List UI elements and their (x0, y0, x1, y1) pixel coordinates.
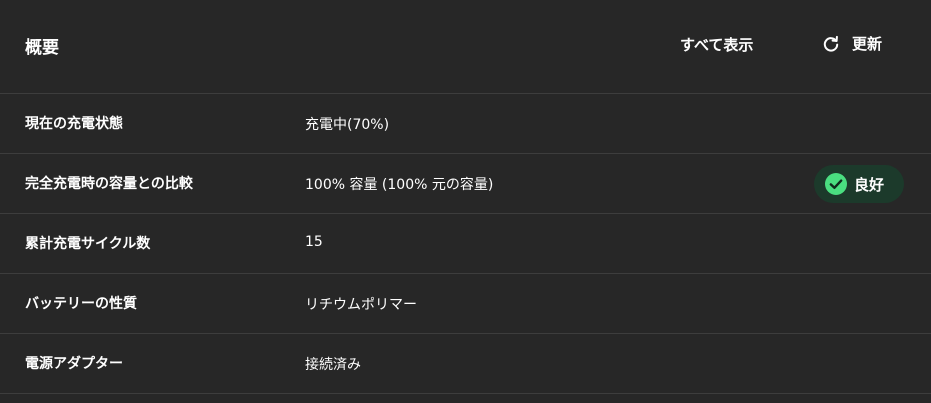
refresh-label: 更新 (852, 35, 883, 53)
row-label: 完全充電時の容量との比較 (25, 176, 193, 192)
row-value: 15 (305, 234, 323, 250)
check-circle-icon (824, 172, 848, 196)
row-value: 100% 容量 (100% 元の容量) (305, 177, 494, 193)
row-value: 接続済み (305, 357, 361, 373)
row-label: 電源アダプター (25, 356, 123, 372)
row-value: リチウムポリマー (305, 297, 417, 313)
refresh-button[interactable]: 更新 (822, 33, 882, 54)
row-capacity: 完全充電時の容量との比較 100% 容量 (100% 元の容量) 良好 (0, 154, 931, 214)
row-value: 充電中(70%) (305, 117, 390, 133)
page-title: 概要 (25, 38, 59, 58)
row-battery-type: バッテリーの性質 リチウムポリマー (0, 274, 931, 334)
status-badge: 良好 (814, 165, 904, 203)
row-charge-status: 現在の充電状態 充電中(70%) (0, 94, 931, 154)
status-badge-label: 良好 (854, 175, 885, 194)
row-label: 累計充電サイクル数 (25, 236, 151, 252)
row-label: 現在の充電状態 (25, 116, 123, 132)
row-label: バッテリーの性質 (25, 296, 137, 312)
overview-header: 概要 すべて表示 更新 (0, 0, 931, 94)
row-power-adapter: 電源アダプター 接続済み (0, 334, 931, 394)
battery-overview-card: 概要 すべて表示 更新 現在の充電状態 充電中(70%) 完全充電時の容量との比… (0, 0, 931, 403)
refresh-icon (822, 35, 840, 53)
show-all-button[interactable]: すべて表示 (680, 34, 753, 55)
row-cycle-count: 累計充電サイクル数 15 (0, 214, 931, 274)
